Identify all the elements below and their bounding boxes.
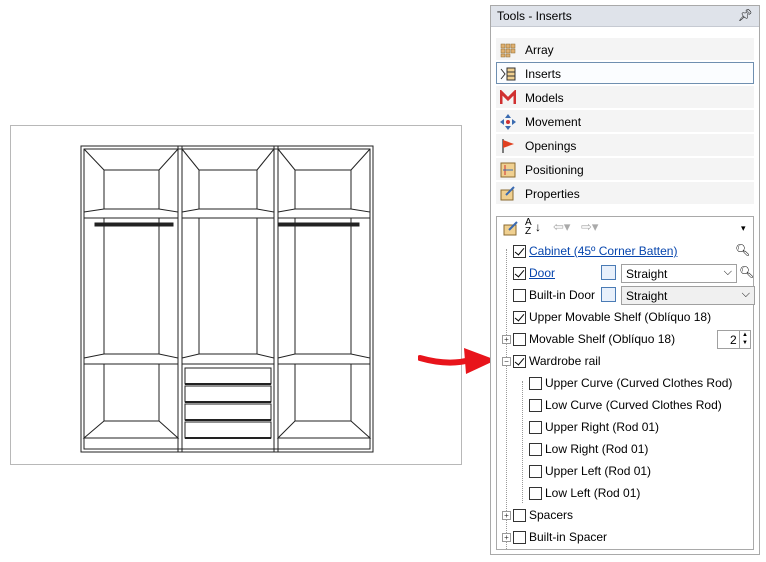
checkbox[interactable] xyxy=(529,487,542,500)
chevron-down-icon: ⌵ xyxy=(741,288,750,300)
tree-row-upper-right[interactable]: Upper Right (Rod 01) xyxy=(497,417,753,439)
category-label: Properties xyxy=(525,187,580,201)
sort-arrow-icon: ↓ xyxy=(535,220,541,234)
sort-az-icon[interactable]: AZ xyxy=(525,218,532,238)
tree-row-upper-movable-shelf[interactable]: Upper Movable Shelf (Oblíquo 18) xyxy=(497,307,753,329)
row-label[interactable]: Door xyxy=(529,266,555,280)
category-array[interactable]: Array xyxy=(496,38,754,60)
select-value: Straight xyxy=(626,289,668,303)
checkbox[interactable] xyxy=(513,333,526,346)
checkbox[interactable] xyxy=(529,421,542,434)
collapse-icon[interactable]: − xyxy=(502,357,511,366)
tree-row-door[interactable]: Door Straight ⌵ 🔍︎ xyxy=(497,263,754,285)
openings-icon xyxy=(502,139,514,153)
wardrobe-drawing xyxy=(80,145,374,453)
category-openings[interactable]: Openings xyxy=(496,134,754,156)
row-label: Upper Movable Shelf (Oblíquo 18) xyxy=(529,310,712,324)
checkbox[interactable] xyxy=(513,531,526,544)
wardrobe-preview xyxy=(10,125,462,465)
pin-icon[interactable]: 📌︎ xyxy=(738,8,753,22)
category-label: Models xyxy=(525,91,564,105)
category-label: Array xyxy=(525,43,554,57)
row-label: Wardrobe rail xyxy=(529,354,601,368)
category-properties[interactable]: Properties xyxy=(496,182,754,204)
row-label: Spacers xyxy=(529,508,574,522)
row-label: Low Right (Rod 01) xyxy=(545,442,649,456)
row-label: Upper Right (Rod 01) xyxy=(545,420,660,434)
tree-row-low-curve[interactable]: Low Curve (Curved Clothes Rod) xyxy=(497,395,753,417)
properties-icon[interactable] xyxy=(503,219,519,239)
forward-icon[interactable]: ⇨▾ xyxy=(581,219,598,239)
category-label: Openings xyxy=(525,139,577,153)
checkbox[interactable] xyxy=(513,245,526,258)
tree-view-icon[interactable] xyxy=(601,265,616,280)
panel-titlebar: Tools - Inserts 📌︎ xyxy=(491,6,759,27)
category-label: Movement xyxy=(525,115,582,129)
checkbox[interactable] xyxy=(529,443,542,456)
checkbox[interactable] xyxy=(513,355,526,368)
tree-row-upper-curve[interactable]: Upper Curve (Curved Clothes Rod) xyxy=(497,373,753,395)
category-models[interactable]: Models xyxy=(496,86,754,108)
quantity-stepper[interactable]: 2 ▲ ▼ xyxy=(717,330,751,349)
checkbox[interactable] xyxy=(513,267,526,280)
inserts-tree: AZ ↓ ⇦▾ ⇨▾ ▾ Cabinet (45º Corner Batten)… xyxy=(496,216,755,550)
checkbox[interactable] xyxy=(529,399,542,412)
checkbox[interactable] xyxy=(513,311,526,324)
tree-row-low-right[interactable]: Low Right (Rod 01) xyxy=(497,439,753,461)
models-icon xyxy=(500,90,516,104)
back-icon[interactable]: ⇦▾ xyxy=(553,219,570,239)
tree-row-wardrobe-rail[interactable]: − Wardrobe rail xyxy=(497,351,753,373)
checkbox[interactable] xyxy=(529,465,542,478)
door-type-select[interactable]: Straight ⌵ xyxy=(621,264,737,283)
category-label: Positioning xyxy=(525,163,584,177)
stepper-value: 2 xyxy=(730,333,737,347)
positioning-icon xyxy=(500,162,516,178)
expand-icon[interactable]: + xyxy=(502,335,511,344)
tools-panel: Tools - Inserts 📌︎ Array Inserts Models … xyxy=(490,5,760,555)
row-label: Upper Left (Rod 01) xyxy=(545,464,652,478)
select-value: Straight xyxy=(626,267,668,281)
row-label: Built-in Door xyxy=(529,288,596,302)
chevron-down-icon: ⌵ xyxy=(723,266,732,278)
category-movement[interactable]: Movement xyxy=(496,110,754,132)
properties-icon xyxy=(500,186,515,201)
expand-icon[interactable]: + xyxy=(502,533,511,542)
checkbox[interactable] xyxy=(529,377,542,390)
row-label: Movable Shelf (Oblíquo 18) xyxy=(529,332,676,346)
red-arrow-icon xyxy=(418,348,496,374)
array-icon xyxy=(500,43,516,58)
expand-icon[interactable]: + xyxy=(502,511,511,520)
category-inserts[interactable]: Inserts xyxy=(496,62,754,84)
checkbox[interactable] xyxy=(513,289,526,302)
overflow-icon[interactable]: ▾ xyxy=(741,223,746,243)
tree-row-spacers[interactable]: + Spacers xyxy=(497,505,753,527)
search-icon[interactable]: 🔍︎ xyxy=(739,265,754,279)
row-label: Low Left (Rod 01) xyxy=(545,486,641,500)
row-label[interactable]: Cabinet (45º Corner Batten) xyxy=(529,244,677,258)
tree-row-cabinet[interactable]: Cabinet (45º Corner Batten) 🔍︎ xyxy=(497,241,753,263)
tree-row-upper-left[interactable]: Upper Left (Rod 01) xyxy=(497,461,753,483)
inserts-icon xyxy=(500,67,516,81)
tree-row-movable-shelf[interactable]: + Movable Shelf (Oblíquo 18) 2 ▲ ▼ xyxy=(497,329,753,351)
category-positioning[interactable]: Positioning xyxy=(496,158,754,180)
search-icon[interactable]: 🔍︎ xyxy=(735,243,750,257)
movement-icon xyxy=(500,114,516,130)
built-in-door-type-select[interactable]: Straight ⌵ xyxy=(621,286,755,305)
row-label: Low Curve (Curved Clothes Rod) xyxy=(545,398,722,412)
tree-row-built-in-spacer[interactable]: + Built-in Spacer xyxy=(497,527,753,549)
row-label: Upper Curve (Curved Clothes Rod) xyxy=(545,376,733,390)
row-label: Built-in Spacer xyxy=(529,530,608,544)
tree-view-icon[interactable] xyxy=(601,287,616,302)
tree-row-low-left[interactable]: Low Left (Rod 01) xyxy=(497,483,753,505)
category-label: Inserts xyxy=(525,67,562,81)
stepper-arrows-icon[interactable]: ▲ ▼ xyxy=(739,331,750,348)
panel-title: Tools - Inserts xyxy=(497,9,572,23)
tree-row-built-in-door[interactable]: Built-in Door Straight ⌵ xyxy=(497,285,755,307)
checkbox[interactable] xyxy=(513,509,526,522)
